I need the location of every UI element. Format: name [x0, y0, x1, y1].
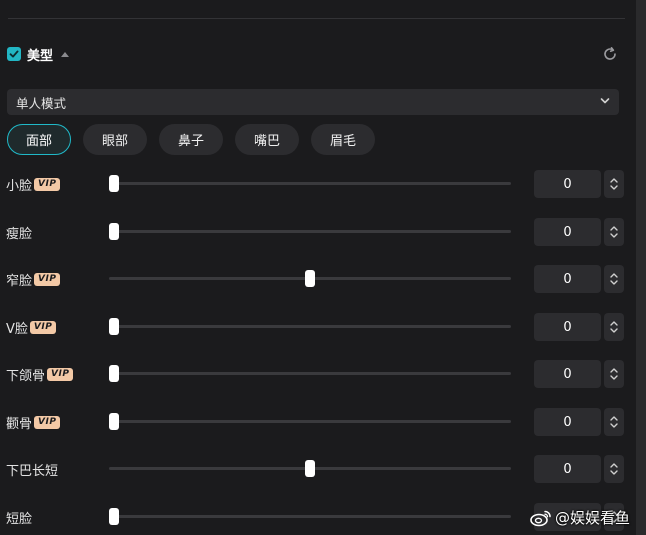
slider-thumb[interactable] — [109, 318, 119, 335]
slider-thumb[interactable] — [109, 223, 119, 240]
slider-label: 下颌骨 — [6, 368, 46, 384]
slider-label-group: 下颌骨 VIP — [6, 366, 74, 384]
slider-label-group: 颧骨 VIP — [6, 414, 61, 432]
slider-thumb[interactable] — [109, 365, 119, 382]
tab-label: 眼部 — [101, 134, 128, 149]
tab-eyes[interactable]: 眼部 — [83, 124, 147, 155]
stepper-icon — [610, 416, 618, 428]
slider-label: 瘦脸 — [6, 226, 33, 242]
value-stepper[interactable] — [604, 170, 624, 198]
slider-thumb[interactable] — [109, 175, 119, 192]
value-input[interactable]: 0 — [534, 170, 601, 198]
watermark: @娱娱看鱼 — [530, 507, 630, 528]
slider-track[interactable] — [109, 420, 511, 423]
stepper-icon — [610, 321, 618, 333]
slider-label: 小脸 — [6, 178, 33, 194]
tab-label: 嘴巴 — [253, 134, 280, 149]
caret-up-icon[interactable] — [61, 51, 70, 57]
slider-track[interactable] — [109, 325, 511, 328]
slider-row-chin-length: 下巴长短 0 — [0, 453, 646, 483]
mode-select[interactable]: 单人模式 — [7, 89, 619, 115]
value-stepper[interactable] — [604, 455, 624, 483]
slider-row-cheekbone: 颧骨 VIP 0 — [0, 406, 646, 436]
slider-label: 短脸 — [6, 511, 33, 527]
value-stepper[interactable] — [604, 408, 624, 436]
slider-track[interactable] — [109, 372, 511, 375]
slider-label: V脸 — [6, 321, 28, 337]
tab-label: 鼻子 — [177, 134, 204, 149]
tab-eyebrows[interactable]: 眉毛 — [311, 124, 375, 155]
value-input[interactable]: 0 — [534, 265, 601, 293]
slider-label: 窄脸 — [6, 273, 33, 289]
value-input[interactable]: 0 — [534, 360, 601, 388]
slider-label-group: 瘦脸 — [6, 224, 33, 242]
stepper-icon — [610, 226, 618, 238]
vip-badge: VIP — [47, 367, 74, 381]
stepper-icon — [610, 463, 618, 475]
check-icon — [9, 50, 19, 58]
enable-checkbox[interactable] — [7, 47, 21, 61]
value-input[interactable]: 0 — [534, 455, 601, 483]
category-tabs: 面部 眼部 鼻子 嘴巴 眉毛 — [7, 124, 375, 155]
tab-mouth[interactable]: 嘴巴 — [235, 124, 299, 155]
vip-badge: VIP — [34, 272, 61, 286]
slider-row-small-face: 小脸 VIP 0 — [0, 168, 646, 198]
slider-row-v-face: V脸 VIP 0 — [0, 311, 646, 341]
tab-label: 眉毛 — [329, 134, 356, 149]
chevron-down-icon — [600, 98, 610, 104]
slider-track[interactable] — [109, 182, 511, 185]
stepper-icon — [610, 368, 618, 380]
value-stepper[interactable] — [604, 313, 624, 341]
watermark-text: @娱娱看鱼 — [555, 509, 631, 527]
slider-row-slim-face: 瘦脸 0 — [0, 216, 646, 246]
slider-label-group: 小脸 VIP — [6, 176, 61, 194]
vip-badge: VIP — [34, 415, 61, 429]
stepper-icon — [610, 178, 618, 190]
slider-thumb[interactable] — [305, 270, 315, 287]
slider-row-jawbone: 下颌骨 VIP 0 — [0, 358, 646, 388]
slider-label-group: 窄脸 VIP — [6, 271, 61, 289]
value-stepper[interactable] — [604, 265, 624, 293]
section-header: 美型 — [7, 44, 70, 64]
reset-button[interactable] — [601, 45, 619, 63]
value-input[interactable]: 0 — [534, 218, 601, 246]
slider-thumb[interactable] — [109, 508, 119, 525]
reset-icon — [604, 47, 616, 60]
slider-label-group: V脸 VIP — [6, 319, 57, 337]
vip-badge: VIP — [29, 320, 57, 334]
value-input[interactable]: 0 — [534, 408, 601, 436]
weibo-icon — [530, 510, 551, 526]
tab-label: 面部 — [25, 134, 52, 149]
slider-label: 下巴长短 — [6, 463, 59, 479]
slider-track[interactable] — [109, 230, 511, 233]
slider-track[interactable] — [109, 515, 511, 518]
slider-label-group: 下巴长短 — [6, 461, 59, 479]
value-input[interactable]: 0 — [534, 313, 601, 341]
mode-select-value: 单人模式 — [16, 95, 67, 111]
divider — [8, 18, 625, 19]
slider-thumb[interactable] — [109, 413, 119, 430]
slider-thumb[interactable] — [305, 460, 315, 477]
tab-nose[interactable]: 鼻子 — [159, 124, 223, 155]
value-stepper[interactable] — [604, 360, 624, 388]
vip-badge: VIP — [34, 177, 61, 191]
stepper-icon — [610, 273, 618, 285]
value-stepper[interactable] — [604, 218, 624, 246]
slider-label: 颧骨 — [6, 416, 33, 432]
section-title: 美型 — [27, 48, 54, 64]
slider-row-narrow-face: 窄脸 VIP 0 — [0, 263, 646, 293]
slider-label-group: 短脸 — [6, 509, 33, 527]
tab-face[interactable]: 面部 — [7, 124, 71, 155]
